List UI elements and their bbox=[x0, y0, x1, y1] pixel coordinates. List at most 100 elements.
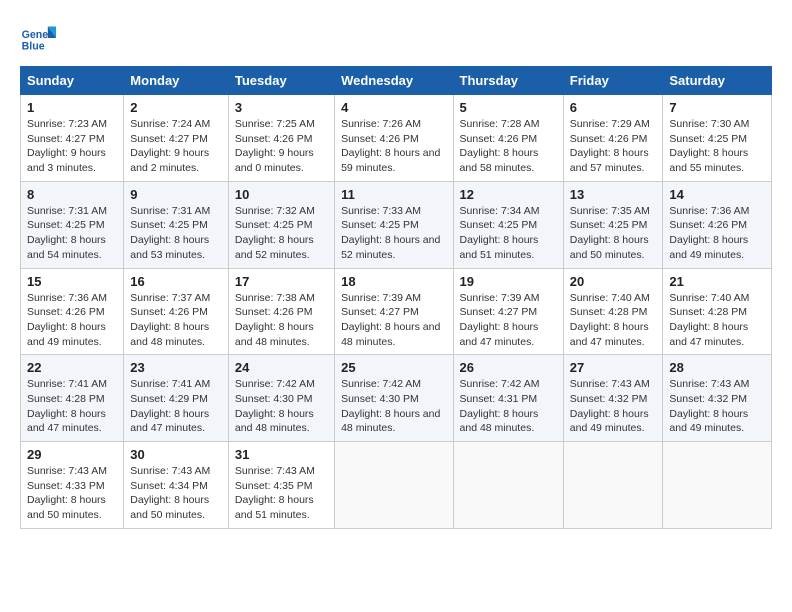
calendar-day-cell: 28 Sunrise: 7:43 AMSunset: 4:32 PMDaylig… bbox=[663, 355, 772, 442]
calendar-week-row: 15 Sunrise: 7:36 AMSunset: 4:26 PMDaylig… bbox=[21, 268, 772, 355]
day-number: 15 bbox=[27, 274, 117, 289]
day-number: 11 bbox=[341, 187, 446, 202]
calendar-day-cell bbox=[335, 442, 453, 529]
day-number: 23 bbox=[130, 360, 222, 375]
calendar-day-cell: 16 Sunrise: 7:37 AMSunset: 4:26 PMDaylig… bbox=[124, 268, 229, 355]
weekday-header-cell: Friday bbox=[563, 67, 663, 95]
day-detail: Sunrise: 7:23 AMSunset: 4:27 PMDaylight:… bbox=[27, 117, 117, 176]
day-number: 20 bbox=[570, 274, 657, 289]
calendar-day-cell: 31 Sunrise: 7:43 AMSunset: 4:35 PMDaylig… bbox=[228, 442, 334, 529]
day-number: 17 bbox=[235, 274, 328, 289]
day-detail: Sunrise: 7:43 AMSunset: 4:34 PMDaylight:… bbox=[130, 464, 222, 523]
day-number: 7 bbox=[669, 100, 765, 115]
calendar-day-cell: 30 Sunrise: 7:43 AMSunset: 4:34 PMDaylig… bbox=[124, 442, 229, 529]
calendar-day-cell: 5 Sunrise: 7:28 AMSunset: 4:26 PMDayligh… bbox=[453, 95, 563, 182]
day-number: 24 bbox=[235, 360, 328, 375]
day-number: 29 bbox=[27, 447, 117, 462]
calendar-day-cell bbox=[663, 442, 772, 529]
calendar-day-cell: 14 Sunrise: 7:36 AMSunset: 4:26 PMDaylig… bbox=[663, 181, 772, 268]
logo: General Blue bbox=[20, 20, 56, 56]
calendar-day-cell: 9 Sunrise: 7:31 AMSunset: 4:25 PMDayligh… bbox=[124, 181, 229, 268]
day-detail: Sunrise: 7:38 AMSunset: 4:26 PMDaylight:… bbox=[235, 291, 328, 350]
calendar-day-cell: 11 Sunrise: 7:33 AMSunset: 4:25 PMDaylig… bbox=[335, 181, 453, 268]
calendar-day-cell bbox=[563, 442, 663, 529]
day-number: 21 bbox=[669, 274, 765, 289]
day-number: 30 bbox=[130, 447, 222, 462]
calendar-week-row: 22 Sunrise: 7:41 AMSunset: 4:28 PMDaylig… bbox=[21, 355, 772, 442]
day-detail: Sunrise: 7:42 AMSunset: 4:30 PMDaylight:… bbox=[341, 377, 446, 436]
calendar-table: SundayMondayTuesdayWednesdayThursdayFrid… bbox=[20, 66, 772, 529]
day-number: 26 bbox=[460, 360, 557, 375]
day-detail: Sunrise: 7:41 AMSunset: 4:29 PMDaylight:… bbox=[130, 377, 222, 436]
day-detail: Sunrise: 7:40 AMSunset: 4:28 PMDaylight:… bbox=[669, 291, 765, 350]
day-detail: Sunrise: 7:43 AMSunset: 4:32 PMDaylight:… bbox=[570, 377, 657, 436]
weekday-header-cell: Saturday bbox=[663, 67, 772, 95]
calendar-day-cell: 19 Sunrise: 7:39 AMSunset: 4:27 PMDaylig… bbox=[453, 268, 563, 355]
day-number: 14 bbox=[669, 187, 765, 202]
calendar-day-cell: 27 Sunrise: 7:43 AMSunset: 4:32 PMDaylig… bbox=[563, 355, 663, 442]
day-detail: Sunrise: 7:28 AMSunset: 4:26 PMDaylight:… bbox=[460, 117, 557, 176]
day-detail: Sunrise: 7:29 AMSunset: 4:26 PMDaylight:… bbox=[570, 117, 657, 176]
calendar-day-cell: 17 Sunrise: 7:38 AMSunset: 4:26 PMDaylig… bbox=[228, 268, 334, 355]
weekday-header-cell: Thursday bbox=[453, 67, 563, 95]
calendar-day-cell: 26 Sunrise: 7:42 AMSunset: 4:31 PMDaylig… bbox=[453, 355, 563, 442]
day-detail: Sunrise: 7:43 AMSunset: 4:32 PMDaylight:… bbox=[669, 377, 765, 436]
calendar-day-cell: 29 Sunrise: 7:43 AMSunset: 4:33 PMDaylig… bbox=[21, 442, 124, 529]
day-detail: Sunrise: 7:25 AMSunset: 4:26 PMDaylight:… bbox=[235, 117, 328, 176]
day-detail: Sunrise: 7:36 AMSunset: 4:26 PMDaylight:… bbox=[669, 204, 765, 263]
day-detail: Sunrise: 7:41 AMSunset: 4:28 PMDaylight:… bbox=[27, 377, 117, 436]
calendar-day-cell: 15 Sunrise: 7:36 AMSunset: 4:26 PMDaylig… bbox=[21, 268, 124, 355]
calendar-day-cell: 4 Sunrise: 7:26 AMSunset: 4:26 PMDayligh… bbox=[335, 95, 453, 182]
day-number: 6 bbox=[570, 100, 657, 115]
calendar-day-cell: 22 Sunrise: 7:41 AMSunset: 4:28 PMDaylig… bbox=[21, 355, 124, 442]
day-detail: Sunrise: 7:31 AMSunset: 4:25 PMDaylight:… bbox=[27, 204, 117, 263]
day-number: 10 bbox=[235, 187, 328, 202]
day-detail: Sunrise: 7:31 AMSunset: 4:25 PMDaylight:… bbox=[130, 204, 222, 263]
calendar-day-cell: 23 Sunrise: 7:41 AMSunset: 4:29 PMDaylig… bbox=[124, 355, 229, 442]
day-number: 16 bbox=[130, 274, 222, 289]
day-number: 22 bbox=[27, 360, 117, 375]
logo-icon: General Blue bbox=[20, 20, 56, 56]
calendar-day-cell: 13 Sunrise: 7:35 AMSunset: 4:25 PMDaylig… bbox=[563, 181, 663, 268]
day-number: 2 bbox=[130, 100, 222, 115]
calendar-day-cell: 8 Sunrise: 7:31 AMSunset: 4:25 PMDayligh… bbox=[21, 181, 124, 268]
calendar-day-cell: 24 Sunrise: 7:42 AMSunset: 4:30 PMDaylig… bbox=[228, 355, 334, 442]
day-detail: Sunrise: 7:26 AMSunset: 4:26 PMDaylight:… bbox=[341, 117, 446, 176]
weekday-header-cell: Wednesday bbox=[335, 67, 453, 95]
day-detail: Sunrise: 7:39 AMSunset: 4:27 PMDaylight:… bbox=[460, 291, 557, 350]
weekday-header-cell: Sunday bbox=[21, 67, 124, 95]
calendar-day-cell bbox=[453, 442, 563, 529]
calendar-day-cell: 2 Sunrise: 7:24 AMSunset: 4:27 PMDayligh… bbox=[124, 95, 229, 182]
day-detail: Sunrise: 7:40 AMSunset: 4:28 PMDaylight:… bbox=[570, 291, 657, 350]
calendar-day-cell: 10 Sunrise: 7:32 AMSunset: 4:25 PMDaylig… bbox=[228, 181, 334, 268]
day-number: 8 bbox=[27, 187, 117, 202]
weekday-header-cell: Monday bbox=[124, 67, 229, 95]
day-detail: Sunrise: 7:43 AMSunset: 4:33 PMDaylight:… bbox=[27, 464, 117, 523]
calendar-day-cell: 3 Sunrise: 7:25 AMSunset: 4:26 PMDayligh… bbox=[228, 95, 334, 182]
calendar-day-cell: 12 Sunrise: 7:34 AMSunset: 4:25 PMDaylig… bbox=[453, 181, 563, 268]
day-detail: Sunrise: 7:37 AMSunset: 4:26 PMDaylight:… bbox=[130, 291, 222, 350]
page-header: General Blue bbox=[20, 20, 772, 56]
calendar-body: 1 Sunrise: 7:23 AMSunset: 4:27 PMDayligh… bbox=[21, 95, 772, 529]
day-detail: Sunrise: 7:39 AMSunset: 4:27 PMDaylight:… bbox=[341, 291, 446, 350]
day-detail: Sunrise: 7:42 AMSunset: 4:30 PMDaylight:… bbox=[235, 377, 328, 436]
svg-text:Blue: Blue bbox=[22, 40, 45, 52]
calendar-day-cell: 18 Sunrise: 7:39 AMSunset: 4:27 PMDaylig… bbox=[335, 268, 453, 355]
day-detail: Sunrise: 7:24 AMSunset: 4:27 PMDaylight:… bbox=[130, 117, 222, 176]
day-detail: Sunrise: 7:30 AMSunset: 4:25 PMDaylight:… bbox=[669, 117, 765, 176]
day-detail: Sunrise: 7:32 AMSunset: 4:25 PMDaylight:… bbox=[235, 204, 328, 263]
day-number: 28 bbox=[669, 360, 765, 375]
day-number: 31 bbox=[235, 447, 328, 462]
calendar-week-row: 1 Sunrise: 7:23 AMSunset: 4:27 PMDayligh… bbox=[21, 95, 772, 182]
day-detail: Sunrise: 7:42 AMSunset: 4:31 PMDaylight:… bbox=[460, 377, 557, 436]
day-number: 5 bbox=[460, 100, 557, 115]
day-detail: Sunrise: 7:35 AMSunset: 4:25 PMDaylight:… bbox=[570, 204, 657, 263]
calendar-day-cell: 6 Sunrise: 7:29 AMSunset: 4:26 PMDayligh… bbox=[563, 95, 663, 182]
calendar-day-cell: 21 Sunrise: 7:40 AMSunset: 4:28 PMDaylig… bbox=[663, 268, 772, 355]
day-number: 9 bbox=[130, 187, 222, 202]
calendar-week-row: 8 Sunrise: 7:31 AMSunset: 4:25 PMDayligh… bbox=[21, 181, 772, 268]
weekday-header-row: SundayMondayTuesdayWednesdayThursdayFrid… bbox=[21, 67, 772, 95]
day-detail: Sunrise: 7:43 AMSunset: 4:35 PMDaylight:… bbox=[235, 464, 328, 523]
day-number: 12 bbox=[460, 187, 557, 202]
calendar-week-row: 29 Sunrise: 7:43 AMSunset: 4:33 PMDaylig… bbox=[21, 442, 772, 529]
